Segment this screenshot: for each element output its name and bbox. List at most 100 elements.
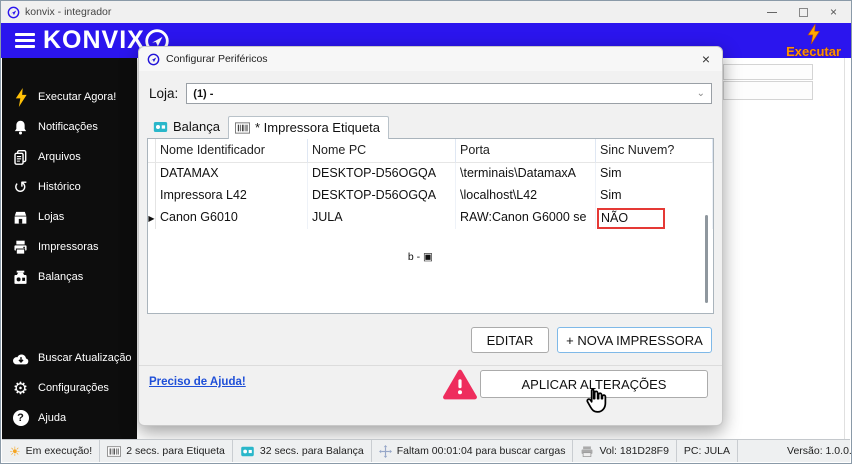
tab-bar: Balança * Impressora Etiqueta bbox=[139, 110, 722, 139]
status-text: Versão: 1.0.0.1 bbox=[787, 445, 852, 457]
chevron-down-icon: ⌄ bbox=[696, 88, 705, 99]
tab-impressora-etiqueta[interactable]: * Impressora Etiqueta bbox=[227, 116, 389, 139]
gear-icon: ⚙ bbox=[12, 378, 29, 398]
help-icon: ? bbox=[11, 409, 30, 428]
scale-icon bbox=[241, 446, 254, 456]
sidebar-item-label: Impressoras bbox=[38, 241, 99, 253]
store-icon bbox=[11, 208, 30, 227]
scale-icon bbox=[11, 268, 30, 287]
sidebar: Executar Agora! Notificações Arquivos ↺ … bbox=[2, 58, 137, 439]
executar-button[interactable]: Executar bbox=[786, 24, 841, 59]
hand-cursor-icon bbox=[586, 388, 607, 413]
sidebar-item-configuracoes[interactable]: ⚙ Configurações bbox=[2, 373, 137, 403]
status-text: 2 secs. para Etiqueta bbox=[126, 445, 225, 457]
panel-edge bbox=[844, 58, 845, 439]
os-titlebar: konvix - integrador × bbox=[1, 1, 851, 23]
loja-selected-value: (1) - bbox=[193, 87, 214, 100]
status-versao: Versão: 1.0.0.1 bbox=[738, 440, 852, 462]
status-text: Em execução! bbox=[25, 445, 93, 457]
barcode-icon bbox=[234, 121, 250, 134]
sidebar-item-label: Executar Agora! bbox=[38, 91, 117, 103]
sidebar-item-label: Notificações bbox=[38, 121, 98, 133]
sinc-nuvem-highlighted-cell: NÃO bbox=[597, 208, 665, 229]
cloud-download-icon bbox=[11, 349, 30, 368]
lightning-icon bbox=[807, 24, 821, 44]
table-scrollbar[interactable] bbox=[705, 215, 708, 303]
app-window: konvix - integrador × KONVIX Executar Ex… bbox=[0, 0, 852, 464]
loja-select[interactable]: (1) - ⌄ bbox=[186, 83, 712, 104]
sidebar-item-executar-agora[interactable]: Executar Agora! bbox=[2, 82, 137, 112]
editar-button[interactable]: EDITAR bbox=[471, 327, 549, 353]
dialog-footer: Preciso de Ajuda! APLICAR ALTERAÇÕES bbox=[139, 366, 722, 413]
grid-corner bbox=[148, 139, 156, 163]
column-header[interactable]: Nome Identificador bbox=[156, 139, 308, 163]
printers-table: Nome Identificador Nome PC Porta Sinc Nu… bbox=[147, 138, 714, 314]
scale-icon bbox=[153, 121, 168, 132]
nova-impressora-button[interactable]: + NOVA IMPRESSORA bbox=[557, 327, 712, 353]
sidebar-item-ajuda[interactable]: ? Ajuda bbox=[2, 403, 137, 433]
files-icon bbox=[11, 148, 30, 167]
sidebar-item-label: Arquivos bbox=[38, 151, 81, 163]
window-title: konvix - integrador bbox=[25, 6, 112, 18]
tab-label: * Impressora Etiqueta bbox=[254, 120, 380, 135]
sidebar-item-label: Balanças bbox=[38, 271, 84, 283]
status-pc: PC: JULA bbox=[677, 440, 739, 462]
sidebar-item-label: Ajuda bbox=[38, 412, 67, 424]
configurar-perifericos-dialog: Configurar Periféricos × Loja: (1) - ⌄ B… bbox=[138, 46, 723, 426]
help-link[interactable]: Preciso de Ajuda! bbox=[149, 376, 246, 388]
background-field bbox=[723, 81, 813, 100]
sidebar-item-buscar-atualizacao[interactable]: Buscar Atualização bbox=[2, 343, 137, 373]
bell-icon bbox=[11, 118, 30, 137]
loja-label: Loja: bbox=[149, 86, 179, 101]
sidebar-item-label: Lojas bbox=[38, 211, 65, 223]
status-text: Vol: 181D28F9 bbox=[599, 445, 669, 457]
sidebar-item-historico[interactable]: ↺ Histórico bbox=[2, 172, 137, 202]
sidebar-item-balancas[interactable]: Balanças bbox=[2, 262, 137, 292]
sidebar-bottom-group: Buscar Atualização ⚙ Configurações ? Aju… bbox=[2, 343, 137, 433]
maximize-icon[interactable] bbox=[798, 7, 808, 17]
column-header[interactable]: Nome PC bbox=[308, 139, 456, 163]
tab-label: Balança bbox=[173, 119, 220, 134]
close-icon[interactable]: × bbox=[830, 6, 837, 18]
status-text: Faltam 00:01:04 para buscar cargas bbox=[396, 445, 566, 457]
background-field bbox=[723, 64, 813, 80]
sidebar-item-label: Histórico bbox=[38, 181, 81, 193]
status-execucao: ☀ Em execução! bbox=[2, 440, 101, 462]
status-text: 32 secs. para Balança bbox=[259, 445, 364, 457]
sidebar-item-lojas[interactable]: Lojas bbox=[2, 202, 137, 232]
lightning-icon bbox=[11, 87, 30, 107]
sidebar-item-notificacoes[interactable]: Notificações bbox=[2, 112, 137, 142]
status-text: PC: JULA bbox=[683, 445, 731, 457]
loja-row: Loja: (1) - ⌄ bbox=[139, 71, 722, 110]
konvix-logo-icon bbox=[147, 53, 160, 65]
move-arrows-icon bbox=[378, 444, 392, 458]
sidebar-item-impressoras[interactable]: Impressoras bbox=[2, 232, 137, 262]
history-icon: ↺ bbox=[13, 177, 28, 197]
dialog-titlebar: Configurar Periféricos × bbox=[139, 47, 722, 71]
sidebar-item-label: Buscar Atualização bbox=[38, 352, 132, 364]
status-bar: ☀ Em execução! 2 secs. para Etiqueta 32 … bbox=[2, 439, 852, 462]
printer-icon bbox=[11, 238, 30, 257]
table-actions: EDITAR + NOVA IMPRESSORA bbox=[139, 314, 722, 353]
status-cargas: Faltam 00:01:04 para buscar cargas bbox=[372, 440, 574, 462]
status-etiqueta: 2 secs. para Etiqueta bbox=[100, 440, 233, 462]
sidebar-item-label: Configurações bbox=[38, 382, 109, 394]
dialog-title: Configurar Periféricos bbox=[166, 53, 268, 65]
minimize-icon[interactable] bbox=[766, 11, 777, 13]
grid-note: b - ▣ bbox=[407, 251, 433, 263]
executar-label: Executar bbox=[786, 44, 841, 59]
konvix-logo-icon bbox=[7, 6, 20, 18]
status-vol: Vol: 181D28F9 bbox=[573, 440, 677, 462]
close-icon[interactable]: × bbox=[698, 51, 714, 67]
window-controls: × bbox=[766, 6, 845, 18]
sidebar-item-arquivos[interactable]: Arquivos bbox=[2, 142, 137, 172]
warning-icon bbox=[443, 369, 477, 400]
running-icon: ☀ bbox=[9, 443, 21, 459]
row-marker-icon: ▶ bbox=[148, 207, 156, 229]
status-balanca: 32 secs. para Balança bbox=[233, 440, 372, 462]
column-header[interactable]: Sinc Nuvem? bbox=[596, 139, 713, 163]
column-header[interactable]: Porta bbox=[456, 139, 596, 163]
tab-balanca[interactable]: Balança bbox=[147, 116, 228, 138]
barcode-icon bbox=[107, 445, 122, 457]
menu-icon[interactable] bbox=[15, 33, 35, 48]
